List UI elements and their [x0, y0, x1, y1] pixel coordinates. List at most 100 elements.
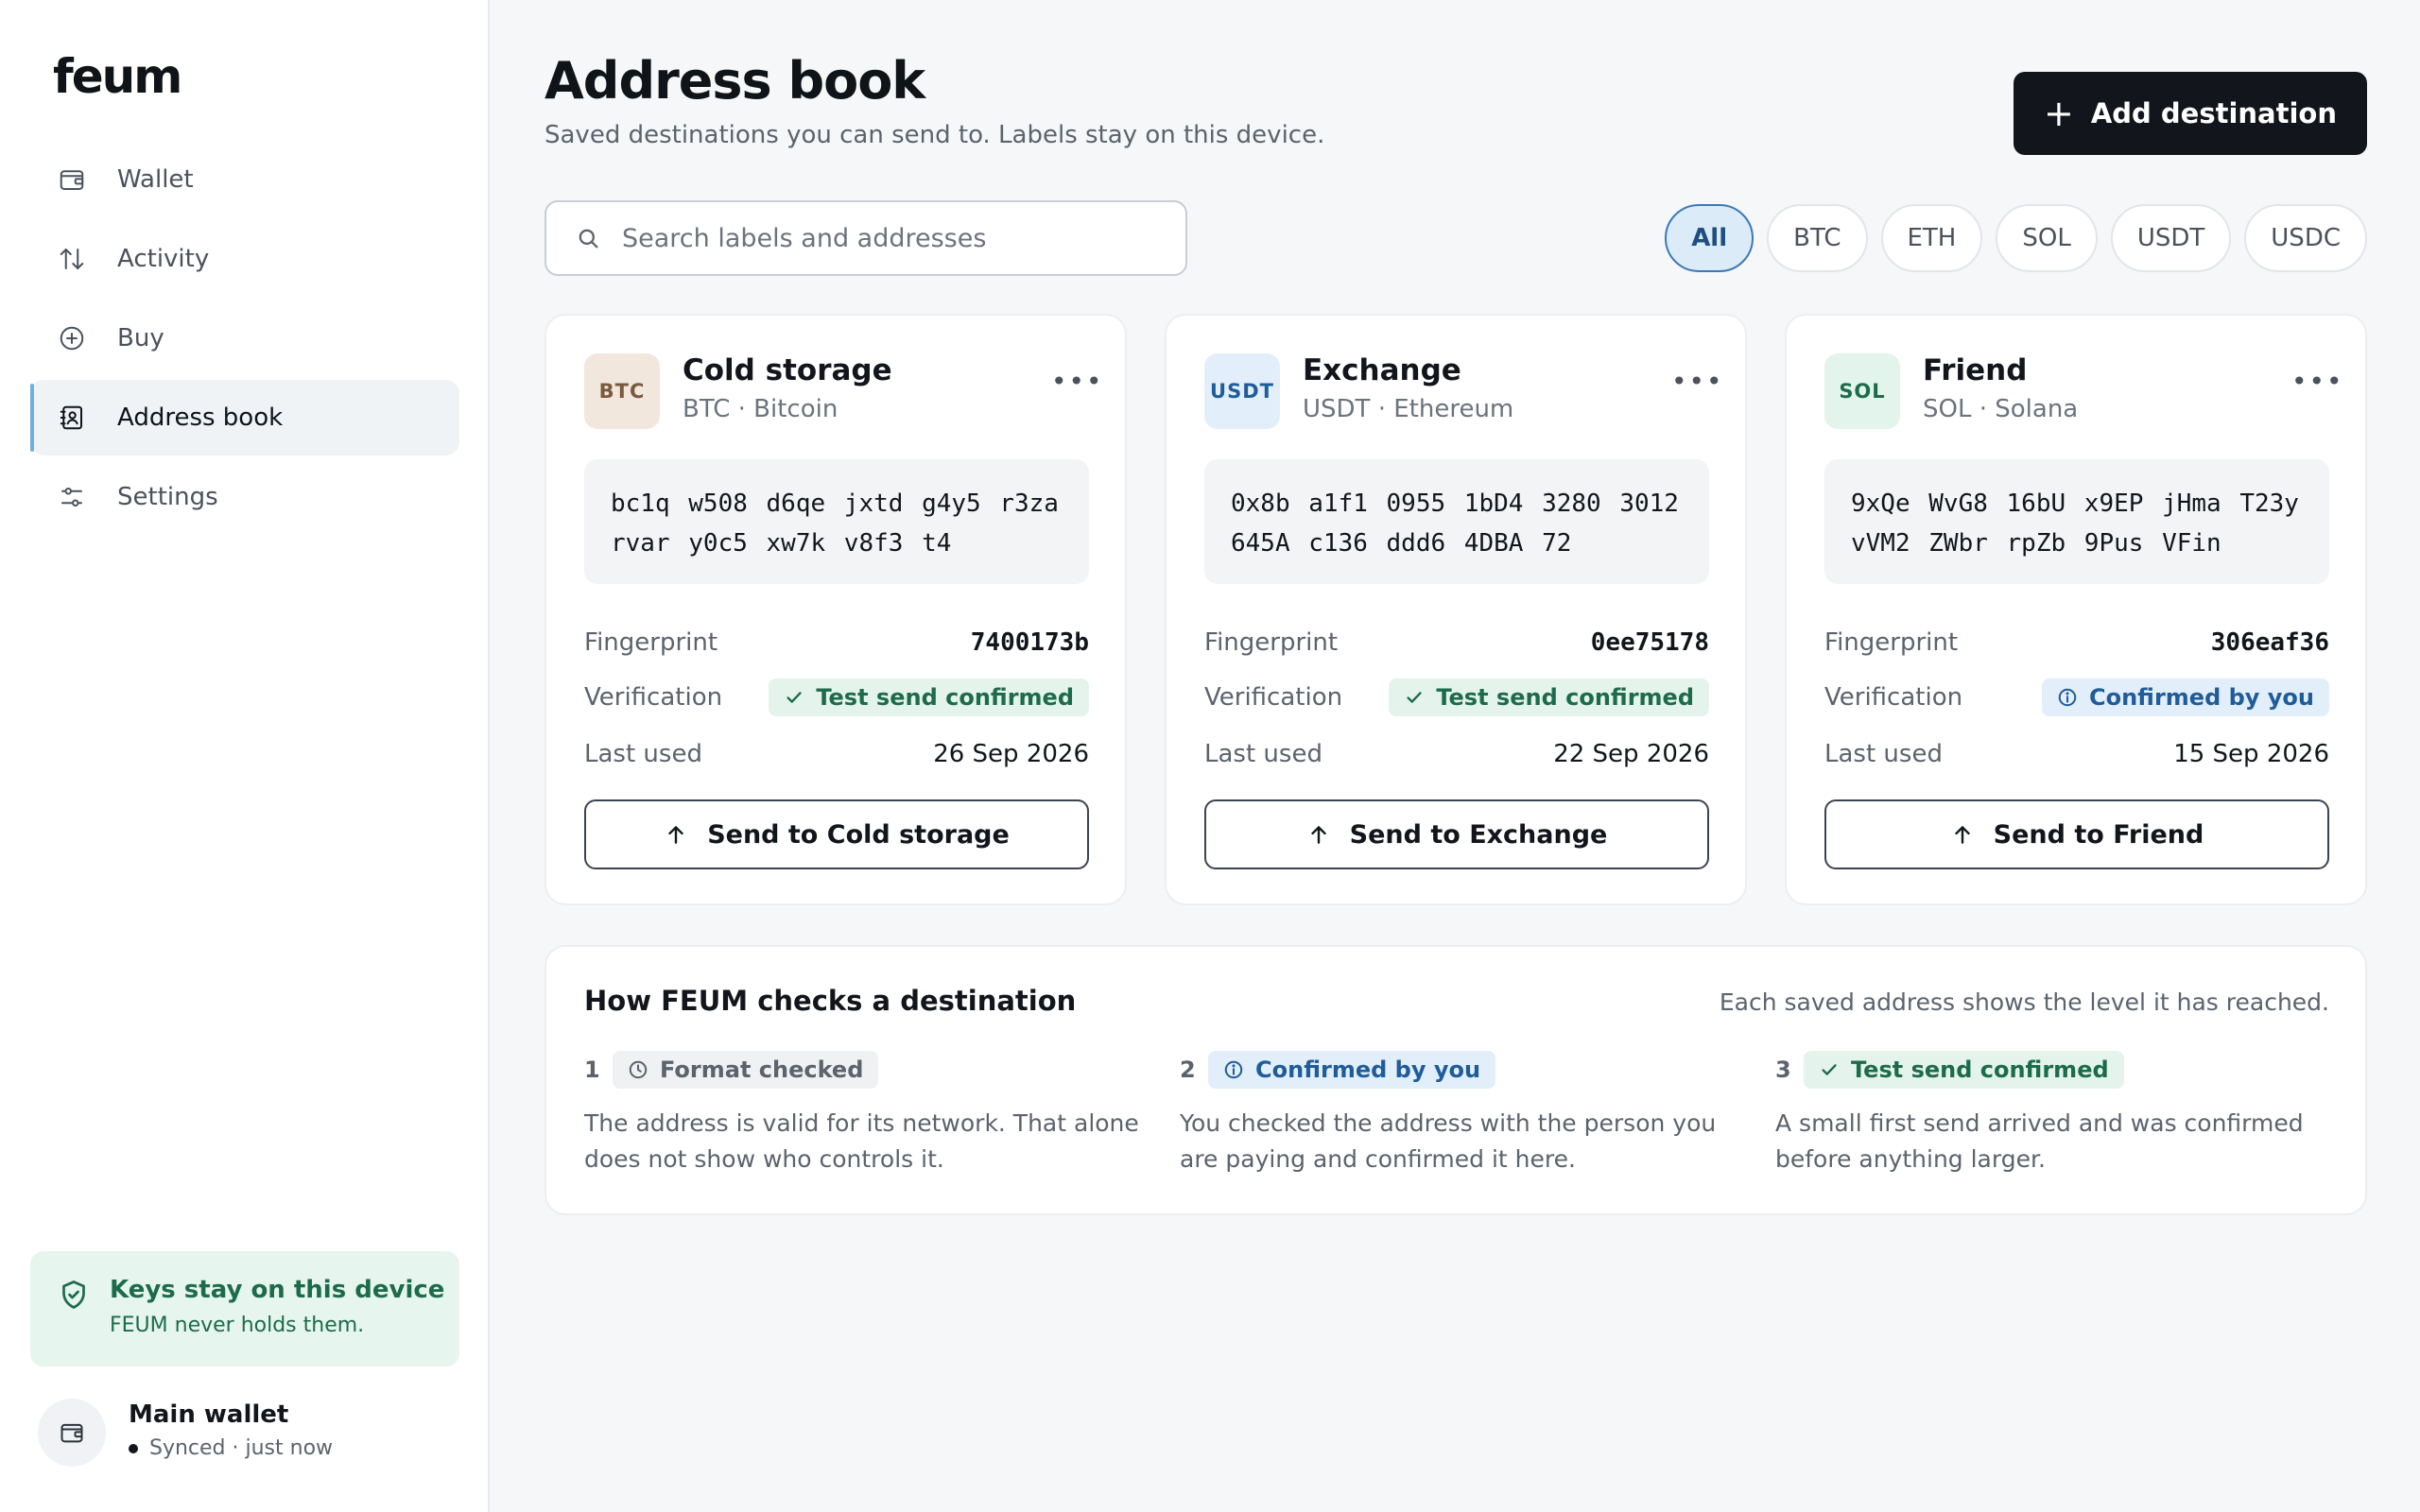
- send-button-label: Send to Exchange: [1349, 819, 1608, 850]
- search-input[interactable]: [622, 223, 1151, 253]
- level-badge: Confirmed by you: [1208, 1051, 1496, 1089]
- last-used-value: 15 Sep 2026: [2173, 740, 2329, 768]
- verification-label: Verification: [1204, 683, 1343, 712]
- more-options-icon[interactable]: •••: [1051, 369, 1102, 399]
- filter-chip-all[interactable]: All: [1665, 204, 1754, 272]
- clock-icon: [629, 1060, 648, 1079]
- sidebar-nav: Wallet Activity Buy Address book Setting…: [30, 142, 459, 539]
- last-used-row: Last used 22 Sep 2026: [1204, 735, 1709, 773]
- plus-icon: +: [2044, 93, 2074, 134]
- level-badge: Test send confirmed: [1804, 1051, 2124, 1089]
- more-options-icon[interactable]: •••: [2291, 369, 2342, 399]
- sidebar-item-buy[interactable]: Buy: [30, 301, 459, 376]
- send-button-label: Send to Cold storage: [707, 819, 1010, 850]
- filter-chip-usdt[interactable]: USDT: [2110, 204, 2232, 272]
- destination-card: BTC Cold storage BTC · Bitcoin ••• bc1q …: [544, 314, 1127, 905]
- wallet-sync-status: Synced · just now: [129, 1436, 333, 1460]
- destination-card: SOL Friend SOL · Solana ••• 9xQe WvG8 16…: [1785, 314, 2367, 905]
- send-button[interactable]: Send to Exchange: [1204, 799, 1709, 869]
- page-title: Address book: [544, 51, 925, 111]
- check-icon: [786, 692, 802, 703]
- level-label: Confirmed by you: [1255, 1057, 1481, 1083]
- filter-chip-sol[interactable]: SOL: [1996, 204, 2098, 272]
- level-label: Format checked: [660, 1057, 864, 1083]
- fingerprint-row: Fingerprint 0ee75178: [1204, 624, 1709, 662]
- fingerprint-label: Fingerprint: [584, 628, 718, 657]
- main-content: Address book Saved destinations you can …: [544, 0, 2367, 1512]
- address-line: 9xQe WvG8 16bU x9EP jHma T23y: [1851, 490, 2299, 518]
- step-number: 2: [1180, 1057, 1196, 1083]
- level-label: Test send confirmed: [1851, 1057, 2109, 1083]
- check-icon: [1822, 1064, 1837, 1075]
- address-line: 0x8b a1f1 0955 1bD4 3280 3012: [1231, 490, 1679, 518]
- status-dot-icon: [129, 1443, 138, 1453]
- destination-cards: BTC Cold storage BTC · Bitcoin ••• bc1q …: [544, 314, 2367, 905]
- sidebar-item-label: Settings: [117, 483, 218, 511]
- fingerprint-value: 306eaf36: [2210, 628, 2329, 657]
- more-options-icon[interactable]: •••: [1671, 369, 1722, 399]
- last-used-label: Last used: [1204, 740, 1322, 768]
- sidebar-item-address-book[interactable]: Address book: [30, 380, 459, 455]
- panel-title: How FEUM checks a destination: [584, 985, 1077, 1017]
- search-box: [544, 200, 1187, 276]
- keys-title: Keys stay on this device: [110, 1276, 445, 1304]
- last-used-label: Last used: [584, 740, 702, 768]
- last-used-row: Last used 15 Sep 2026: [1824, 735, 2329, 773]
- verification-step: 3 Test send confirmed A small first send…: [1775, 1051, 2339, 1177]
- asset-filter-chips: All BTC ETH SOL USDT USDC: [1665, 204, 2367, 272]
- sliders-icon: [57, 482, 87, 512]
- panel-note: Each saved address shows the level it ha…: [1719, 988, 2329, 1016]
- sidebar-item-label: Address book: [117, 404, 284, 432]
- address-line: vVM2 ZWbr rpZb 9Pus VFin: [1851, 529, 2221, 558]
- verification-text: Confirmed by you: [2088, 684, 2314, 711]
- verification-badge: Test send confirmed: [1389, 679, 1709, 716]
- sidebar-item-label: Buy: [117, 324, 164, 352]
- filter-chip-btc[interactable]: BTC: [1767, 204, 1868, 272]
- wallet-icon: [38, 1399, 106, 1467]
- sidebar-item-settings[interactable]: Settings: [30, 459, 459, 535]
- verification-row: Verification Test send confirmed: [584, 679, 1089, 716]
- sidebar-item-activity[interactable]: Activity: [30, 221, 459, 297]
- verification-label: Verification: [1824, 683, 1963, 712]
- send-button[interactable]: Send to Friend: [1824, 799, 2329, 869]
- filter-chip-eth[interactable]: ETH: [1880, 204, 1983, 272]
- asset-badge: BTC: [584, 353, 660, 429]
- step-number: 1: [584, 1057, 600, 1083]
- wallet-switcher[interactable]: Main wallet Synced · just now: [38, 1395, 454, 1470]
- arrows-updown-icon: [57, 244, 87, 274]
- destination-card: USDT Exchange USDT · Ethereum ••• 0x8b a…: [1165, 314, 1747, 905]
- address-line: bc1q w508 d6qe jxtd g4y5 r3za: [611, 490, 1059, 518]
- address-line: rvar y0c5 xw7k v8f3 t4: [611, 529, 952, 558]
- destination-address[interactable]: 9xQe WvG8 16bU x9EP jHma T23y vVM2 ZWbr …: [1824, 459, 2329, 584]
- check-icon: [1407, 692, 1422, 703]
- destination-address[interactable]: 0x8b a1f1 0955 1bD4 3280 3012 645A c136 …: [1204, 459, 1709, 584]
- shield-check-icon: [57, 1278, 91, 1312]
- verification-badge: Test send confirmed: [769, 679, 1089, 716]
- destination-network: USDT · Ethereum: [1303, 395, 1514, 423]
- feum-logo[interactable]: feum: [53, 49, 182, 104]
- arrow-up-icon: [1954, 826, 1970, 844]
- fingerprint-value: 0ee75178: [1590, 628, 1709, 657]
- search-icon: [575, 225, 601, 251]
- verification-row: Verification Confirmed by you: [1824, 679, 2329, 716]
- step-description: The address is valid for its network. Th…: [584, 1109, 1139, 1173]
- verification-levels-panel: How FEUM checks a destination Each saved…: [544, 945, 2367, 1215]
- fingerprint-row: Fingerprint 306eaf36: [1824, 624, 2329, 662]
- fingerprint-label: Fingerprint: [1824, 628, 1959, 657]
- filter-chip-usdc[interactable]: USDC: [2244, 204, 2367, 272]
- sidebar: feum Wallet Activity Buy Address book Se…: [0, 0, 490, 1512]
- plus-circle-icon: [57, 323, 87, 353]
- verification-badge: Confirmed by you: [2041, 679, 2329, 716]
- keys-subtitle: FEUM never holds them.: [110, 1314, 365, 1337]
- last-used-label: Last used: [1824, 740, 1943, 768]
- verification-label: Verification: [584, 683, 723, 712]
- arrow-up-icon: [1310, 826, 1326, 844]
- send-button[interactable]: Send to Cold storage: [584, 799, 1089, 869]
- destination-address[interactable]: bc1q w508 d6qe jxtd g4y5 r3za rvar y0c5 …: [584, 459, 1089, 584]
- destination-network: SOL · Solana: [1923, 395, 2079, 423]
- add-destination-button[interactable]: + Add destination: [2014, 72, 2367, 155]
- destination-label: Friend: [1923, 353, 2028, 387]
- send-button-label: Send to Friend: [1993, 819, 2204, 850]
- sidebar-item-wallet[interactable]: Wallet: [30, 142, 459, 217]
- wallet-status-text: Synced · just now: [149, 1436, 334, 1460]
